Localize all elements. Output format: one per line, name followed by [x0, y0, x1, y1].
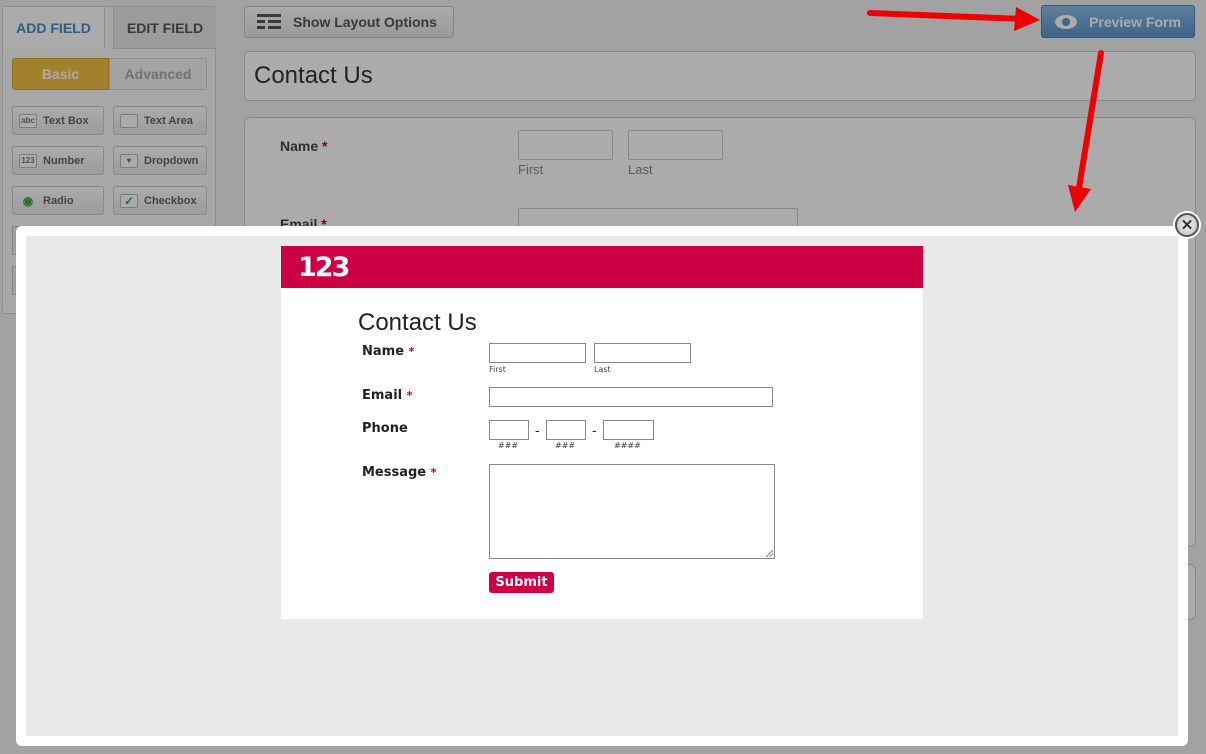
preview-email-label: Email *: [362, 388, 412, 403]
name-label-text: Name: [362, 344, 405, 359]
preview-form-title: Contact Us: [358, 309, 477, 336]
required-mark: *: [406, 389, 413, 402]
preview-first-name-input[interactable]: [489, 343, 586, 363]
phone-prefix-sublabel: ###: [555, 441, 576, 450]
preview-last-name-input[interactable]: [594, 343, 691, 363]
submit-button[interactable]: Submit: [489, 572, 554, 593]
form-header-bar: 123: [281, 246, 923, 288]
phone-area-code-input[interactable]: [489, 420, 529, 440]
phone-dash: -: [535, 422, 540, 438]
preview-phone-label: Phone: [362, 421, 408, 436]
preview-last-sublabel: Last: [594, 365, 611, 374]
phone-dash: -: [592, 422, 597, 438]
preview-name-label: Name *: [362, 344, 414, 359]
close-icon[interactable]: ✕: [1175, 213, 1199, 237]
preview-modal: 123 Contact Us Name * First Last Email *…: [16, 226, 1188, 746]
logo: 123: [298, 251, 350, 283]
message-label-text: Message: [362, 465, 427, 480]
phone-line-input[interactable]: [603, 420, 654, 440]
phone-line-sublabel: ####: [614, 441, 641, 450]
email-label-text: Email: [362, 388, 403, 403]
preview-form-card: 123 Contact Us Name * First Last Email *…: [281, 246, 923, 619]
preview-message-label: Message *: [362, 465, 436, 480]
preview-first-sublabel: First: [489, 365, 506, 374]
preview-viewport: 123 Contact Us Name * First Last Email *…: [26, 236, 1178, 736]
preview-email-input[interactable]: [489, 387, 773, 407]
preview-message-textarea[interactable]: [489, 464, 775, 559]
required-mark: *: [430, 466, 437, 479]
phone-prefix-input[interactable]: [546, 420, 586, 440]
phone-area-sublabel: ###: [498, 441, 519, 450]
required-mark: *: [408, 345, 415, 358]
